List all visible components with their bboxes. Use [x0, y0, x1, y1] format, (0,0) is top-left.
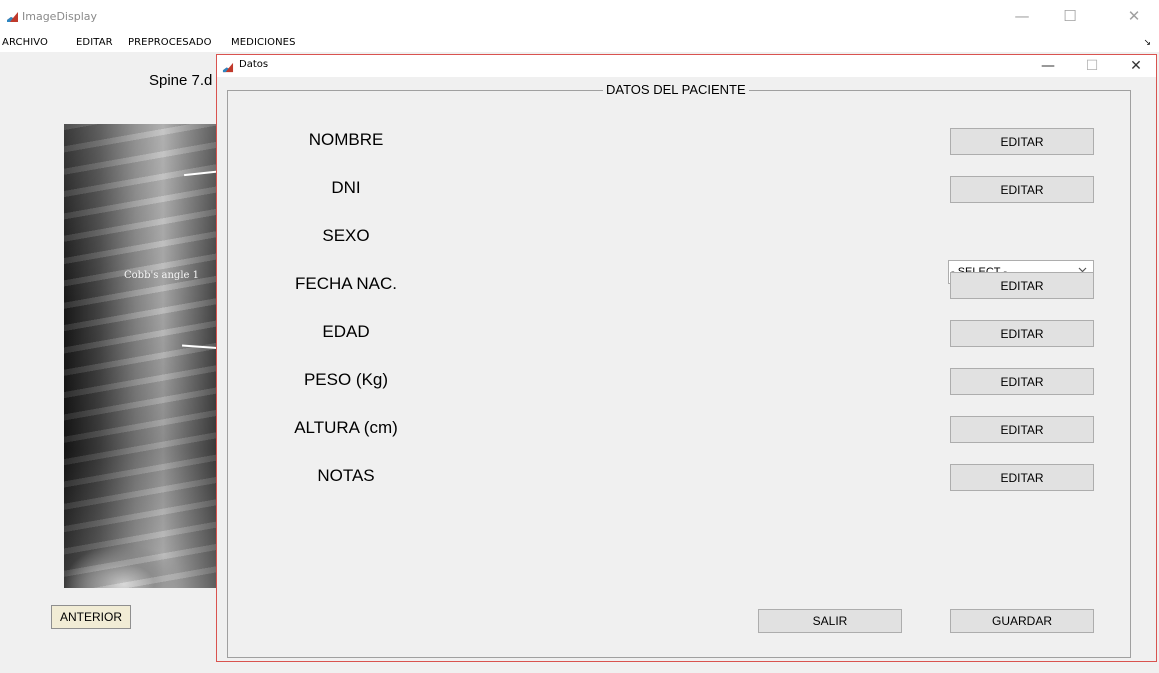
edit-dni-button[interactable]: EDITAR: [950, 176, 1094, 203]
dialog-title: Datos: [239, 59, 269, 70]
edit-fecha-nac-button[interactable]: EDITAR: [950, 272, 1094, 299]
label-edad: EDAD: [322, 322, 370, 341]
minimize-icon[interactable]: —: [1002, 4, 1042, 28]
matlab-icon: [6, 10, 19, 28]
panel-title: DATOS DEL PACIENTE: [603, 82, 749, 97]
patient-data-panel: DATOS DEL PACIENTE NOMBRE DNI SEXO FECHA…: [227, 82, 1131, 658]
datos-dialog: Datos — ☐ ✕ DATOS DEL PACIENTE NOMBRE DN…: [216, 54, 1157, 662]
edit-peso-button[interactable]: EDITAR: [950, 368, 1094, 395]
label-sexo: SEXO: [322, 226, 370, 245]
main-window-title: ImageDisplay: [22, 10, 97, 23]
resize-grip-icon[interactable]: ↘: [1143, 37, 1151, 48]
label-notas: NOTAS: [317, 466, 375, 485]
anterior-button[interactable]: ANTERIOR: [51, 605, 131, 629]
minimize-icon[interactable]: —: [1031, 55, 1065, 77]
label-fecha-nac: FECHA NAC.: [294, 274, 398, 293]
close-icon[interactable]: ✕: [1114, 4, 1154, 28]
maximize-icon[interactable]: ☐: [1075, 55, 1109, 77]
matlab-icon: [222, 60, 234, 78]
maximize-icon[interactable]: ☐: [1050, 4, 1090, 28]
xray-image: Cobb's angle 1: [64, 124, 224, 588]
image-title: Spine 7.d: [149, 72, 213, 89]
xray-shade: [64, 124, 224, 588]
edit-altura-button[interactable]: EDITAR: [950, 416, 1094, 443]
label-nombre: NOMBRE: [308, 130, 384, 149]
main-titlebar: ImageDisplay — ☐ ✕: [0, 0, 1159, 32]
menu-editar[interactable]: EDITAR: [76, 37, 113, 48]
cobb-angle-annotation: Cobb's angle 1: [124, 270, 199, 281]
edit-nombre-button[interactable]: EDITAR: [950, 128, 1094, 155]
label-peso: PESO (Kg): [303, 370, 389, 389]
salir-button[interactable]: SALIR: [758, 609, 902, 633]
edit-edad-button[interactable]: EDITAR: [950, 320, 1094, 347]
edit-notas-button[interactable]: EDITAR: [950, 464, 1094, 491]
menu-archivo[interactable]: ARCHIVO: [2, 37, 48, 48]
menu-mediciones[interactable]: MEDICIONES: [231, 37, 296, 48]
label-altura: ALTURA (cm): [294, 418, 398, 437]
menu-preprocesado[interactable]: PREPROCESADO: [128, 37, 212, 48]
menu-bar: ARCHIVO EDITAR PREPROCESADO MEDICIONES ↘: [0, 32, 1159, 52]
dialog-titlebar: Datos — ☐ ✕: [217, 55, 1156, 77]
label-dni: DNI: [331, 178, 361, 197]
guardar-button[interactable]: GUARDAR: [950, 609, 1094, 633]
close-icon[interactable]: ✕: [1119, 55, 1153, 77]
